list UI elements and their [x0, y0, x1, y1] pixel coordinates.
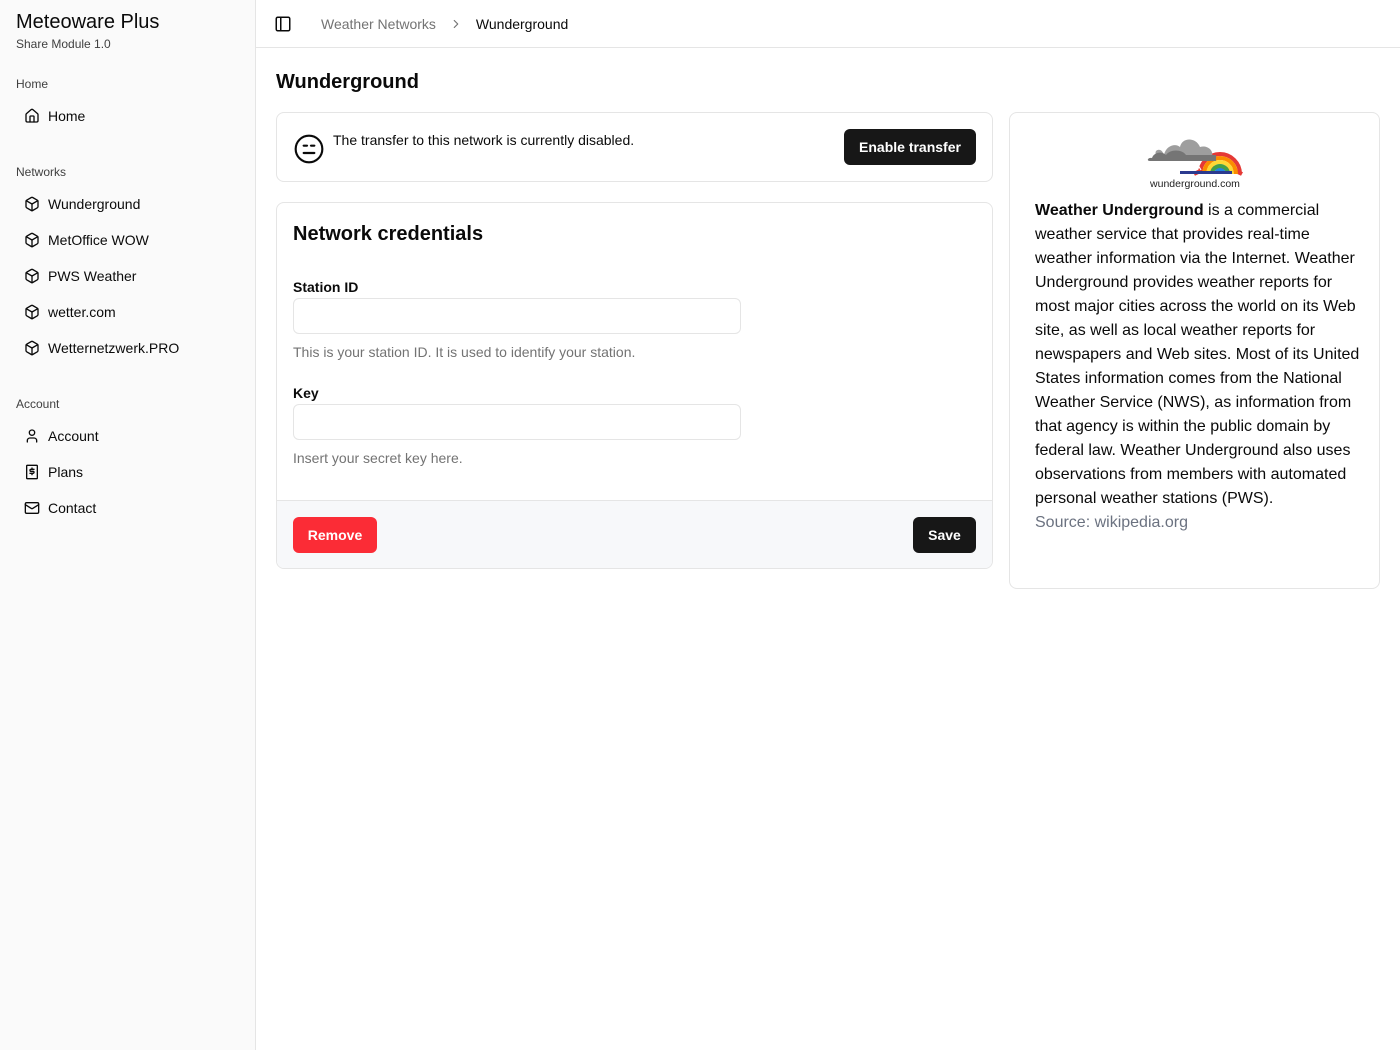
sidebar-toggle-icon[interactable] — [274, 15, 292, 33]
station-id-help: This is your station ID. It is used to i… — [293, 344, 636, 360]
sidebar-item-label: wetter.com — [48, 304, 116, 320]
cube-icon — [24, 304, 40, 320]
sidebar-item-label: Wunderground — [48, 196, 141, 212]
enable-transfer-button[interactable]: Enable transfer — [844, 129, 976, 165]
sidebar-item-label: PWS Weather — [48, 268, 137, 284]
key-label: Key — [293, 385, 319, 401]
sidebar-item-wetter-com[interactable]: wetter.com — [8, 296, 248, 328]
key-help: Insert your secret key here. — [293, 450, 463, 466]
remove-button[interactable]: Remove — [293, 517, 377, 553]
station-id-input[interactable] — [293, 298, 741, 334]
sidebar-item-wetternetzwerk-pro[interactable]: Wetternetzwerk.PRO — [8, 332, 248, 364]
network-description: Weather Underground is a commercial weat… — [1035, 199, 1365, 535]
description-source: Source: wikipedia.org — [1035, 514, 1188, 531]
cube-icon — [24, 268, 40, 284]
sidebar-item-label: Plans — [48, 464, 84, 480]
transfer-status-message: The transfer to this network is currentl… — [333, 132, 635, 148]
credentials-footer: Remove Save — [277, 500, 992, 568]
app-subtitle: Share Module 1.0 — [16, 37, 111, 51]
dollar-receipt-icon — [24, 464, 40, 480]
mail-icon — [24, 500, 40, 516]
logo-text: wunderground.com — [1149, 178, 1240, 189]
sidebar-item-home[interactable]: Home — [8, 100, 248, 132]
chevron-right-icon — [449, 17, 463, 31]
sidebar-item-label: Contact — [48, 500, 97, 516]
breadcrumb: Weather Networks Wunderground — [321, 15, 568, 33]
sidebar-item-plans[interactable]: Plans — [8, 456, 248, 488]
breadcrumb-weather-networks[interactable]: Weather Networks — [321, 15, 436, 33]
brand: Meteoware Plus Share Module 1.0 — [16, 10, 159, 52]
page-title: Wunderground — [276, 71, 419, 93]
save-button[interactable]: Save — [913, 517, 976, 553]
sidebar-item-pws-weather[interactable]: PWS Weather — [8, 260, 248, 292]
sidebar-item-metoffice-wow[interactable]: MetOffice WOW — [8, 224, 248, 256]
sidebar-item-label: Home — [48, 108, 86, 124]
transfer-status-card: The transfer to this network is currentl… — [276, 112, 993, 182]
network-name: Weather Underground — [1035, 202, 1204, 219]
sidebar-item-label: Account — [48, 428, 99, 444]
home-icon — [24, 108, 40, 124]
user-icon — [24, 428, 40, 444]
breadcrumb-current: Wunderground — [475, 16, 569, 32]
sidebar-item-wunderground[interactable]: Wunderground — [8, 188, 248, 220]
network-info-card: wunderground.com Weather Underground is … — [1009, 112, 1380, 589]
top-header: Weather Networks Wunderground — [256, 0, 1400, 48]
sidebar-item-contact[interactable]: Contact — [8, 492, 248, 524]
cube-icon — [24, 232, 40, 248]
sidebar-group-account-label: Account — [16, 397, 60, 411]
key-input[interactable] — [293, 404, 741, 440]
sidebar-group-home-label: Home — [16, 77, 49, 91]
cube-icon — [24, 196, 40, 212]
sidebar-item-label: Wetternetzwerk.PRO — [48, 340, 180, 356]
network-credentials-card: Network credentials Station ID This is y… — [276, 202, 993, 569]
app-title: Meteoware Plus — [16, 11, 160, 33]
station-id-label: Station ID — [293, 279, 359, 295]
wunderground-logo: wunderground.com — [1147, 139, 1243, 189]
network-description-text: is a commercial weather service that pro… — [1035, 202, 1360, 507]
sidebar-item-account[interactable]: Account — [8, 420, 248, 452]
sidebar-item-label: MetOffice WOW — [48, 232, 149, 248]
credentials-title: Network credentials — [293, 223, 484, 245]
cube-icon — [24, 340, 40, 356]
neutral-face-icon — [293, 133, 325, 165]
sidebar: Meteoware Plus Share Module 1.0 Home Hom… — [0, 0, 256, 1050]
sidebar-group-networks-label: Networks — [16, 165, 67, 179]
